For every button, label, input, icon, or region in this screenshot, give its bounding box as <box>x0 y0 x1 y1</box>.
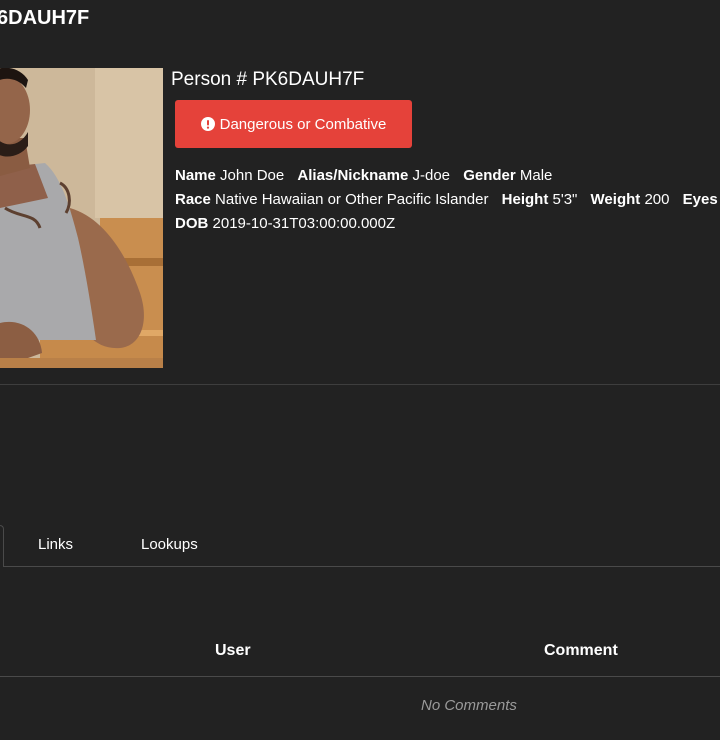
exclamation-circle-icon <box>200 117 215 131</box>
race-label: Race <box>175 191 211 208</box>
weight-value: 200 <box>644 191 670 208</box>
person-detail-page: 6DAUH7F Person # PK6DAUH7F Dangerous or … <box>0 0 720 740</box>
info-line-identity: Name John Doe Alias/Nickname J-doe Gende… <box>175 167 552 184</box>
name-label: Name <box>175 167 216 184</box>
info-line-physical: Race Native Hawaiian or Other Pacific Is… <box>175 191 718 208</box>
alias-label: Alias/Nickname <box>297 167 409 184</box>
tabs-underline <box>4 566 720 567</box>
alias-value: J-doe <box>412 167 451 184</box>
name-value: John Doe <box>220 167 285 184</box>
height-label: Height <box>501 191 549 208</box>
column-header-user: User <box>215 642 251 659</box>
column-header-comment: Comment <box>544 642 618 659</box>
weight-label: Weight <box>590 191 641 208</box>
dangerous-alert-button[interactable]: Dangerous or Combative <box>175 100 412 148</box>
no-comments-message: No Comments <box>421 697 517 714</box>
dob-value: 2019-10-31T03:00:00.000Z <box>212 215 396 232</box>
tab-links[interactable]: Links <box>38 536 73 553</box>
dob-label: DOB <box>175 215 209 232</box>
gender-label: Gender <box>463 167 516 184</box>
alert-label: Dangerous or Combative <box>219 115 387 133</box>
person-title: Person # PK6DAUH7F <box>171 69 365 90</box>
race-value: Native Hawaiian or Other Pacific Islande… <box>215 191 489 208</box>
tab-active[interactable] <box>0 525 4 567</box>
page-heading: 6DAUH7F <box>0 7 90 29</box>
person-photo <box>0 68 163 368</box>
gender-value: Male <box>519 167 553 184</box>
section-divider <box>0 384 720 385</box>
height-value: 5'3" <box>552 191 578 208</box>
table-header-divider <box>0 676 720 677</box>
eyes-label: Eyes <box>682 191 718 208</box>
tab-lookups[interactable]: Lookups <box>141 536 198 553</box>
info-line-dob: DOB 2019-10-31T03:00:00.000Z <box>175 215 395 232</box>
